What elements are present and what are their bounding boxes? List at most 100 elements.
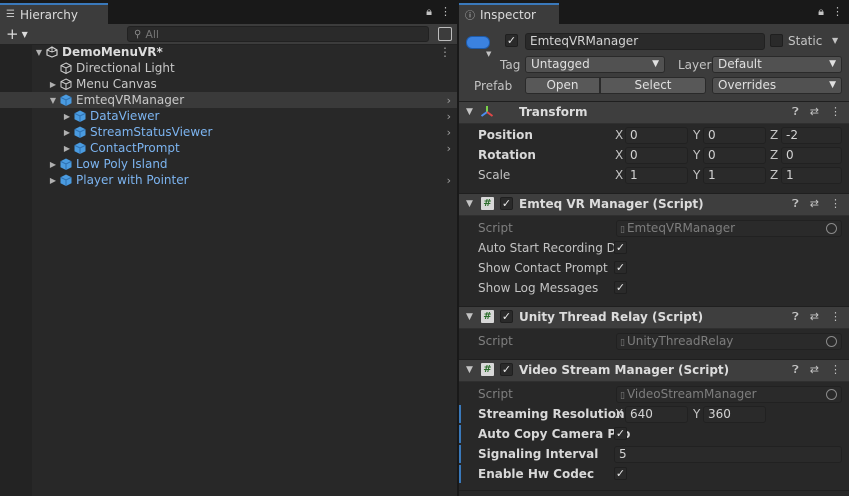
rotation-z-field[interactable]: 0 xyxy=(781,147,842,164)
resolution-y-field[interactable]: 360 xyxy=(703,406,766,423)
enable-hw-codec-checkbox[interactable]: ✓ xyxy=(614,467,627,480)
transform-header[interactable]: ▼ Transform ❓︎ ⇄ ⋮ xyxy=(459,101,849,124)
script-object-field[interactable]: ▯ EmteqVRManager xyxy=(616,220,842,237)
script-object-field[interactable]: ▯ UnityThreadRelay xyxy=(616,333,842,350)
fold-arrow-icon[interactable]: ▼ xyxy=(466,107,473,117)
kebab-menu-icon[interactable]: ⋮ xyxy=(830,105,841,119)
hierarchy-item-label: EmteqVRManager xyxy=(76,93,185,107)
preset-icon[interactable]: ⇄ xyxy=(810,105,819,119)
resolution-x-field[interactable]: 640 xyxy=(625,406,688,423)
hierarchy-item-streamstatusviewer[interactable]: ▶ StreamStatusViewer › xyxy=(0,124,457,140)
help-icon[interactable]: ❓︎ xyxy=(792,310,799,324)
expand-arrow-icon[interactable]: ▼ xyxy=(34,48,44,57)
expand-arrow-icon[interactable]: ▼ xyxy=(48,96,58,105)
scene-visibility-icon[interactable] xyxy=(438,27,452,41)
inspector-panel: ⓘ Inspector 🔒︎ ⋮ ▼ ✓ EmteqVRManager Stat… xyxy=(459,0,849,496)
help-icon[interactable]: ❓︎ xyxy=(792,105,799,119)
lock-icon[interactable]: 🔒︎ xyxy=(426,5,432,19)
video-stream-header[interactable]: ▼ # ✓ Video Stream Manager (Script) ❓︎ ⇄ ⋮ xyxy=(459,359,849,382)
expand-arrow-icon[interactable]: ▶ xyxy=(48,80,58,89)
axis-z-label: Z xyxy=(770,128,779,142)
preset-icon[interactable]: ⇄ xyxy=(810,363,819,377)
inspector-tab[interactable]: ⓘ Inspector xyxy=(459,3,559,24)
hierarchy-tab[interactable]: ☰ Hierarchy xyxy=(0,3,108,24)
fold-arrow-icon[interactable]: ▼ xyxy=(466,199,473,209)
scale-z-field[interactable]: 1 xyxy=(781,167,842,184)
prefab-overrides-dropdown[interactable]: Overrides ▼ xyxy=(712,77,842,94)
position-x-field[interactable]: 0 xyxy=(625,127,688,144)
component-enabled-checkbox[interactable]: ✓ xyxy=(500,197,513,210)
component-enabled-checkbox[interactable]: ✓ xyxy=(500,363,513,376)
scale-x-field[interactable]: 1 xyxy=(625,167,688,184)
rotation-x-field[interactable]: 0 xyxy=(625,147,688,164)
chevron-right-icon[interactable]: › xyxy=(447,142,451,155)
rotation-y-field[interactable]: 0 xyxy=(703,147,766,164)
object-picker-icon[interactable] xyxy=(826,336,837,347)
chevron-right-icon[interactable]: › xyxy=(447,174,451,187)
axis-y-label: Y xyxy=(693,148,701,162)
override-indicator xyxy=(459,425,461,443)
expand-arrow-icon[interactable]: ▶ xyxy=(62,128,72,137)
script-label: Script xyxy=(478,221,513,235)
chevron-right-icon[interactable]: › xyxy=(447,110,451,123)
fold-arrow-icon[interactable]: ▼ xyxy=(466,312,473,322)
emteq-manager-header[interactable]: ▼ # ✓ Emteq VR Manager (Script) ❓︎ ⇄ ⋮ xyxy=(459,193,849,216)
chevron-down-icon[interactable]: ▼ xyxy=(486,50,491,58)
hierarchy-item-player-with-pointer[interactable]: ▶ Player with Pointer › xyxy=(0,172,457,188)
kebab-menu-icon[interactable]: ⋮ xyxy=(439,45,451,59)
chevron-down-icon[interactable]: ▼ xyxy=(832,36,838,45)
search-input[interactable] xyxy=(145,27,406,41)
kebab-menu-icon[interactable]: ⋮ xyxy=(830,197,841,211)
static-checkbox[interactable] xyxy=(770,34,783,47)
object-name-field[interactable]: EmteqVRManager xyxy=(525,33,765,50)
position-y-field[interactable]: 0 xyxy=(703,127,766,144)
preset-icon[interactable]: ⇄ xyxy=(810,197,819,211)
active-checkbox[interactable]: ✓ xyxy=(505,34,518,47)
hierarchy-item-dataviewer[interactable]: ▶ DataViewer › xyxy=(0,108,457,124)
hierarchy-item-contactprompt[interactable]: ▶ ContactPrompt › xyxy=(0,140,457,156)
object-picker-icon[interactable] xyxy=(826,389,837,400)
show-contact-checkbox[interactable]: ✓ xyxy=(614,261,627,274)
hierarchy-item-directional-light[interactable]: Directional Light xyxy=(0,60,457,76)
show-log-checkbox[interactable]: ✓ xyxy=(614,281,627,294)
object-picker-icon[interactable] xyxy=(826,223,837,234)
component-enabled-checkbox[interactable]: ✓ xyxy=(500,310,513,323)
hierarchy-item-emteqvrmanager[interactable]: ▼ EmteqVRManager › xyxy=(0,92,457,108)
scale-label: Scale xyxy=(478,168,511,182)
script-object-field[interactable]: ▯ VideoStreamManager xyxy=(616,386,842,403)
prefab-select-button[interactable]: Select xyxy=(600,77,706,94)
expand-arrow-icon[interactable]: ▶ xyxy=(48,176,58,185)
expand-arrow-icon[interactable]: ▶ xyxy=(48,160,58,169)
kebab-menu-icon[interactable]: ⋮ xyxy=(440,5,451,19)
help-icon[interactable]: ❓︎ xyxy=(792,197,799,211)
prefab-cube-icon xyxy=(74,126,86,138)
preset-icon[interactable]: ⇄ xyxy=(810,310,819,324)
create-button[interactable]: + ▼ xyxy=(6,24,28,44)
signaling-interval-field[interactable]: 5 xyxy=(614,446,842,463)
kebab-menu-icon[interactable]: ⋮ xyxy=(832,5,843,19)
layer-dropdown[interactable]: Default ▼ xyxy=(712,56,842,73)
auto-copy-checkbox[interactable]: ✓ xyxy=(614,427,627,440)
tag-dropdown[interactable]: Untagged ▼ xyxy=(525,56,665,73)
hierarchy-search[interactable]: ⚲ xyxy=(127,26,429,42)
position-label: Position xyxy=(478,128,533,142)
chevron-right-icon[interactable]: › xyxy=(447,94,451,107)
kebab-menu-icon[interactable]: ⋮ xyxy=(830,363,841,377)
expand-arrow-icon[interactable]: ▶ xyxy=(62,112,72,121)
lock-icon[interactable]: 🔒︎ xyxy=(818,5,824,19)
scene-row[interactable]: ▼ DemoMenuVR* ⋮ xyxy=(0,44,457,60)
hierarchy-item-low-poly-island[interactable]: ▶ Low Poly Island xyxy=(0,156,457,172)
chevron-right-icon[interactable]: › xyxy=(447,126,451,139)
prefab-open-button[interactable]: Open xyxy=(525,77,600,94)
expand-arrow-icon[interactable]: ▶ xyxy=(62,144,72,153)
auto-start-checkbox[interactable]: ✓ xyxy=(614,241,627,254)
help-icon[interactable]: ❓︎ xyxy=(792,363,799,377)
kebab-menu-icon[interactable]: ⋮ xyxy=(830,310,841,324)
position-z-field[interactable]: -2 xyxy=(781,127,842,144)
scale-y-field[interactable]: 1 xyxy=(703,167,766,184)
fold-arrow-icon[interactable]: ▼ xyxy=(466,365,473,375)
thread-relay-header[interactable]: ▼ # ✓ Unity Thread Relay (Script) ❓︎ ⇄ ⋮ xyxy=(459,306,849,329)
scene-name: DemoMenuVR* xyxy=(62,45,163,59)
prefab-object-icon[interactable] xyxy=(466,36,490,49)
hierarchy-item-menu-canvas[interactable]: ▶ Menu Canvas xyxy=(0,76,457,92)
